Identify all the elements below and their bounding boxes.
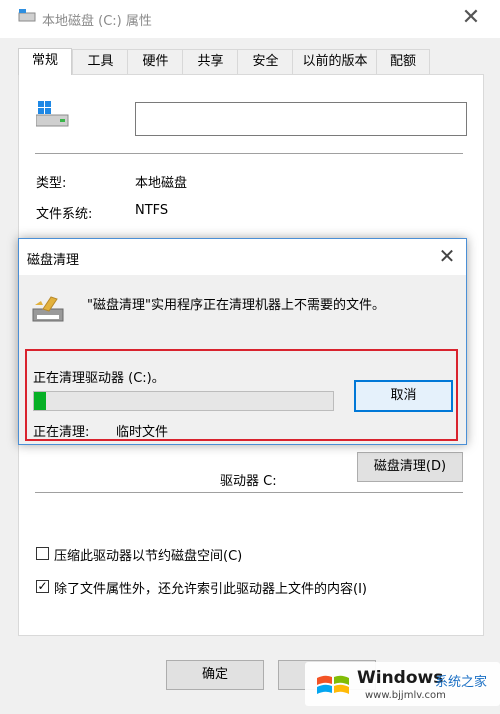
tab-tools[interactable]: 工具	[72, 49, 129, 74]
index-checkbox[interactable]: ✓	[36, 580, 49, 593]
drive-icon	[18, 9, 36, 22]
filesystem-label: 文件系统:	[36, 207, 93, 222]
cleaning-item: 临时文件	[116, 425, 169, 440]
close-icon[interactable]: ✕	[434, 244, 460, 268]
tab-general[interactable]: 常规	[18, 48, 72, 75]
disk-cleanup-dialog: 磁盘清理 ✕ "磁盘清理"实用程序正在清理机器上不需要的文件。 正在清理驱动器 …	[18, 238, 467, 445]
tab-hardware[interactable]: 硬件	[127, 49, 184, 74]
watermark: Windows 系统之家 www.bjjmlv.com	[305, 662, 500, 706]
divider	[35, 153, 463, 154]
type-value: 本地磁盘	[135, 176, 188, 191]
disk-cleanup-button[interactable]: 磁盘清理(D)	[357, 452, 463, 482]
cancel-button[interactable]: 取消	[354, 380, 453, 412]
watermark-brand: Windows	[357, 668, 444, 688]
compress-label: 压缩此驱动器以节约磁盘空间(C)	[54, 549, 243, 564]
cleanup-status: 正在清理驱动器 (C:)。	[33, 371, 165, 386]
disk-icon	[36, 101, 69, 127]
close-icon[interactable]: ✕	[456, 4, 486, 32]
checkmark-icon: ✓	[37, 579, 48, 593]
index-label: 除了文件属性外，还允许索引此驱动器上文件的内容(I)	[54, 582, 367, 597]
filesystem-value: NTFS	[135, 203, 169, 218]
watermark-suffix: 系统之家	[435, 675, 488, 690]
windows-logo-icon	[317, 675, 349, 694]
dialog-message: "磁盘清理"实用程序正在清理机器上不需要的文件。	[87, 298, 385, 313]
title-bar: 本地磁盘 (C:) 属性 ✕	[0, 0, 500, 38]
drive-name-input[interactable]	[135, 102, 467, 136]
type-label: 类型:	[36, 176, 67, 191]
watermark-url: www.bjjmlv.com	[365, 690, 446, 701]
tab-previous-versions[interactable]: 以前的版本	[292, 49, 378, 74]
tab-sharing[interactable]: 共享	[182, 49, 239, 74]
divider	[35, 492, 463, 493]
cleaning-label: 正在清理:	[33, 425, 90, 440]
dialog-title: 磁盘清理	[27, 253, 80, 268]
cleanup-broom-icon	[32, 296, 64, 322]
window-title: 本地磁盘 (C:) 属性	[42, 14, 152, 29]
compress-checkbox[interactable]	[36, 547, 49, 560]
tab-security[interactable]: 安全	[237, 49, 294, 74]
tab-quota[interactable]: 配额	[376, 49, 430, 74]
drive-caption: 驱动器 C:	[220, 474, 277, 489]
progress-fill	[34, 392, 46, 410]
progress-bar	[33, 391, 334, 411]
ok-button[interactable]: 确定	[166, 660, 264, 690]
